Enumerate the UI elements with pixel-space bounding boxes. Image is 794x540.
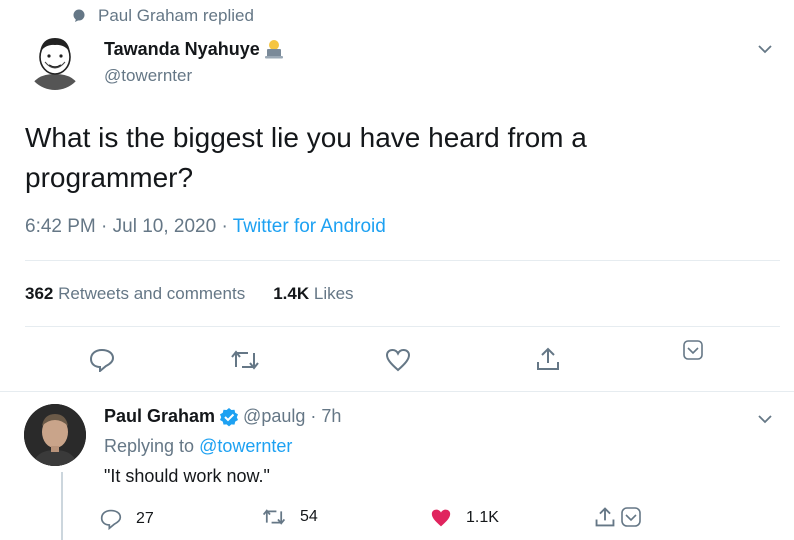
reply-author-avatar[interactable]	[24, 404, 86, 466]
reply-retweet-button[interactable]: 54	[262, 508, 318, 526]
reply-text: "It should work now."	[104, 466, 270, 486]
like-button[interactable]	[382, 345, 414, 375]
retweets-count: 362	[25, 284, 54, 303]
reply-reply-button[interactable]: 27	[100, 508, 154, 530]
context-text: Paul Graham replied	[98, 6, 254, 25]
speech-bubble-icon	[72, 9, 86, 23]
retweet-count: 54	[300, 508, 318, 525]
likes-stat[interactable]: 1.4K Likes	[273, 284, 353, 304]
reply-share-button[interactable]	[594, 506, 642, 528]
chevron-down-icon[interactable]	[754, 408, 776, 430]
tweet-source[interactable]: Twitter for Android	[233, 216, 386, 237]
author-name-row: Tawanda Nyahuye	[104, 38, 285, 60]
retweets-label: Retweets and comments	[58, 284, 246, 303]
thread-line	[61, 472, 63, 540]
tweet-stats: 362 Retweets and comments 1.4K Likes	[25, 284, 354, 304]
author-handle[interactable]: @towernter	[104, 66, 192, 86]
heart-icon	[385, 348, 411, 372]
share-icon	[535, 346, 561, 372]
divider	[25, 260, 780, 261]
retweet-button[interactable]	[228, 345, 262, 375]
reply-header: Paul Graham @paulg · 7h	[104, 406, 341, 427]
reply-count: 27	[136, 510, 154, 527]
author-avatar[interactable]	[26, 32, 84, 90]
reply-like-button[interactable]: 1.1K	[430, 508, 499, 528]
like-count: 1.1K	[466, 509, 499, 526]
tweet-text: What is the biggest lie you have heard f…	[25, 122, 587, 193]
replying-prefix: Replying to	[104, 436, 200, 456]
reply-icon	[89, 348, 115, 372]
context-row: Paul Graham replied	[72, 6, 254, 26]
tweet-time[interactable]: 6:42 PM · Jul 10, 2020 ·	[25, 216, 233, 237]
verified-badge-icon	[219, 407, 239, 427]
bookmark-button[interactable]	[680, 337, 706, 363]
share-button[interactable]	[532, 343, 564, 375]
retweet-icon	[262, 508, 286, 526]
retweet-icon	[230, 349, 260, 371]
retweets-stat[interactable]: 362 Retweets and comments	[25, 284, 245, 304]
laptop-emoji-icon	[263, 38, 285, 60]
heart-icon	[430, 508, 452, 528]
divider	[25, 326, 780, 327]
reply-author-name[interactable]: Paul Graham	[104, 406, 215, 427]
reply-button[interactable]	[86, 345, 118, 375]
replying-to-handle[interactable]: @towernter	[199, 436, 292, 456]
tweet-meta: 6:42 PM · Jul 10, 2020 · Twitter for And…	[25, 216, 386, 238]
bookmark-icon	[682, 339, 704, 361]
bookmark-icon[interactable]	[620, 506, 642, 528]
reply-age[interactable]: · 7h	[310, 406, 341, 427]
chevron-down-icon[interactable]	[754, 38, 776, 60]
share-icon	[594, 506, 616, 528]
replying-to: Replying to @towernter	[104, 436, 292, 457]
likes-label: Likes	[313, 284, 354, 303]
likes-count: 1.4K	[273, 284, 310, 303]
author-name[interactable]: Tawanda Nyahuye	[104, 39, 260, 60]
divider	[0, 391, 794, 392]
reply-icon	[100, 508, 122, 530]
reply-author-handle[interactable]: @paulg	[243, 406, 305, 427]
